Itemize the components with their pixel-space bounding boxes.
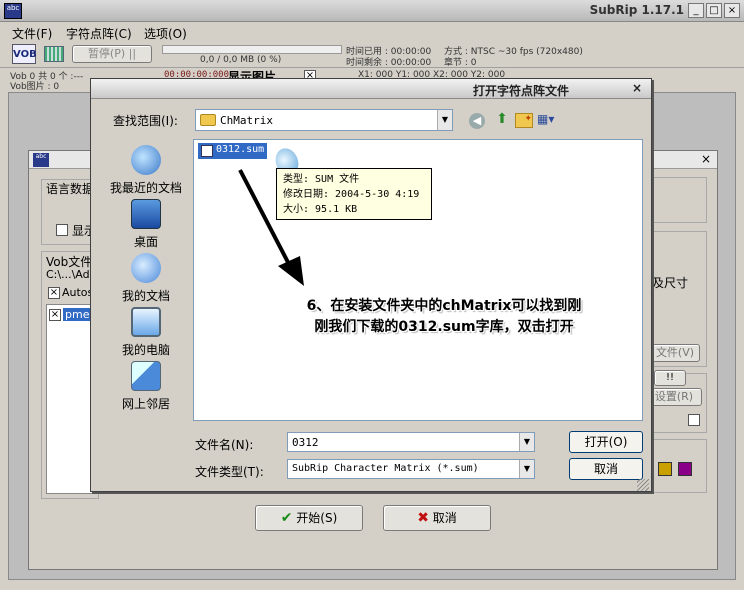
filename-chevron-down-icon[interactable]: ▼ [519,433,534,451]
app-title: SubRip 1.17.1 [589,3,684,17]
progress-text: 0,0 / 0,0 MB (0 %) [200,55,282,65]
open-button[interactable]: 打开(O) [569,431,643,453]
vob-path: C:\...\Ad [46,268,90,281]
bang-button[interactable]: !! [654,370,686,386]
place-network-label: 网上邻居 [121,397,170,411]
folder-icon [200,114,216,126]
up-folder-icon[interactable]: ⬆ [493,111,511,129]
sum-file-icon [201,145,213,157]
filename-input[interactable]: 0312 ▼ [287,432,535,452]
arrow-annotation-icon [238,169,304,286]
app-logo: abc [4,3,22,19]
resize-grip-icon[interactable] [637,479,649,491]
lookin-chevron-down-icon[interactable]: ▼ [437,110,452,130]
my-computer-icon [131,307,161,337]
dialog-titlebar: 打开字符点阵文件 × [91,79,651,99]
right-group-top [649,177,707,223]
places-bar: 我最近的文档 桌面 我的文档 我的电脑 网上邻居 [103,139,189,419]
network-icon [131,361,161,391]
right-checkbox[interactable] [688,414,700,426]
cancel-main-button[interactable]: ✖ 取消 [383,505,491,531]
main-window: abc SubRip 1.17.1 _ □ × 文件(F) 字符点阵(C) 选项… [0,0,744,590]
filetype-label: 文件类型(T): [195,465,264,479]
dialog-cancel-button[interactable]: 取消 [569,458,643,480]
menu-bar: 文件(F) 字符点阵(C) 选项(O) [0,22,744,42]
x-icon: ✖ [417,510,429,526]
file-item-name: 0312.sum [216,144,265,155]
lookin-label: 查找范围(I): [113,114,178,128]
pause-button[interactable]: 暂停(P) || [72,45,152,63]
autos-checkbox[interactable]: × [48,287,60,299]
place-documents[interactable]: 我的文档 [103,253,189,307]
reset-button[interactable]: 设置(R) [646,388,702,406]
bg-dialog-logo: abc [33,153,49,167]
color-swatch-purple[interactable] [678,462,692,476]
subtitle-icon[interactable] [44,46,64,62]
new-folder-icon[interactable]: ✦ [515,113,533,128]
place-desktop-label: 桌面 [133,235,158,249]
maximize-button[interactable]: □ [706,3,722,18]
place-computer-label: 我的电脑 [121,343,170,357]
my-documents-icon [131,253,161,283]
filetype-select[interactable]: SubRip Character Matrix (*.sum) ▼ [287,459,535,479]
start-button[interactable]: ✔ 开始(S) [255,505,363,531]
close-button[interactable]: × [724,3,740,18]
title-bar: abc SubRip 1.17.1 _ □ × [0,0,744,22]
place-computer[interactable]: 我的电脑 [103,307,189,361]
menu-charmatrix[interactable]: 字符点阵(C) [66,25,132,42]
color-swatch-gold[interactable] [658,462,672,476]
file-item[interactable]: 0312.sum [198,143,268,159]
file-v-button[interactable]: 文件(V) [650,344,700,362]
view-menu-icon[interactable]: ▦▾ [537,112,561,128]
recent-docs-icon [131,145,161,175]
show-checkbox[interactable] [56,224,68,236]
vob-list[interactable]: × pme- [46,304,96,494]
check-icon: ✔ [280,510,293,526]
place-documents-label: 我的文档 [121,289,170,303]
dialog-close-icon[interactable]: × [629,81,645,96]
dialog-title: 打开字符点阵文件 [472,84,569,98]
instruction-line-2: 刚我们下载的0312.sum字库，双击打开 [314,319,574,335]
filename-value: 0312 [292,436,319,449]
filetype-value: SubRip Character Matrix (*.sum) [292,463,479,474]
open-file-dialog: 打开字符点阵文件 × 查找范围(I): ChMatrix ▼ ◀ ⬆ ✦ ▦▾ … [90,78,652,492]
start-button-label: 开始(S) [296,511,338,525]
instruction-text: 6、在安装文件夹中的chMatrix可以找到刚 刚我们下载的0312.sum字库… [274,296,614,338]
back-icon[interactable]: ◀ [469,113,485,129]
vob-image-count: Vob图片 : 0 [10,82,60,92]
toolbar: VOB 暂停(P) || 0,0 / 0,0 MB (0 %) 时间已用 : 0… [0,42,744,68]
autos-label: Autos [62,286,94,299]
place-recent[interactable]: 我最近的文档 [103,145,189,199]
lookin-value: ChMatrix [220,114,273,127]
bg-dialog-close-icon[interactable]: × [701,152,711,166]
place-recent-label: 我最近的文档 [109,181,182,195]
filetype-chevron-down-icon[interactable]: ▼ [519,460,534,478]
language-label: 语言数据 [46,182,95,196]
file-list[interactable]: 0312.sum 类型: SUM 文件 修改日期: 2004-5-30 4:19… [193,139,643,421]
menu-file[interactable]: 文件(F) [12,25,52,42]
cancel-main-button-label: 取消 [432,511,457,525]
time-left: 时间剩余 : 00:00:00 [346,58,432,68]
menu-options[interactable]: 选项(O) [144,25,187,42]
instruction-line-1: 6、在安装文件夹中的chMatrix可以找到刚 [306,298,582,314]
chapter-info: 章节 : 0 [444,58,477,68]
filename-label: 文件名(N): [195,438,254,452]
minimize-button[interactable]: _ [688,3,704,18]
desktop-icon [131,199,161,229]
lookin-dropdown[interactable]: ChMatrix ▼ [195,109,453,131]
size-label: 及尺寸 [652,276,689,290]
place-network[interactable]: 网上邻居 [103,361,189,415]
place-desktop[interactable]: 桌面 [103,199,189,253]
vob-icon[interactable]: VOB [12,44,37,64]
progress-bar [162,45,342,54]
pme-checkbox[interactable]: × [49,309,61,321]
